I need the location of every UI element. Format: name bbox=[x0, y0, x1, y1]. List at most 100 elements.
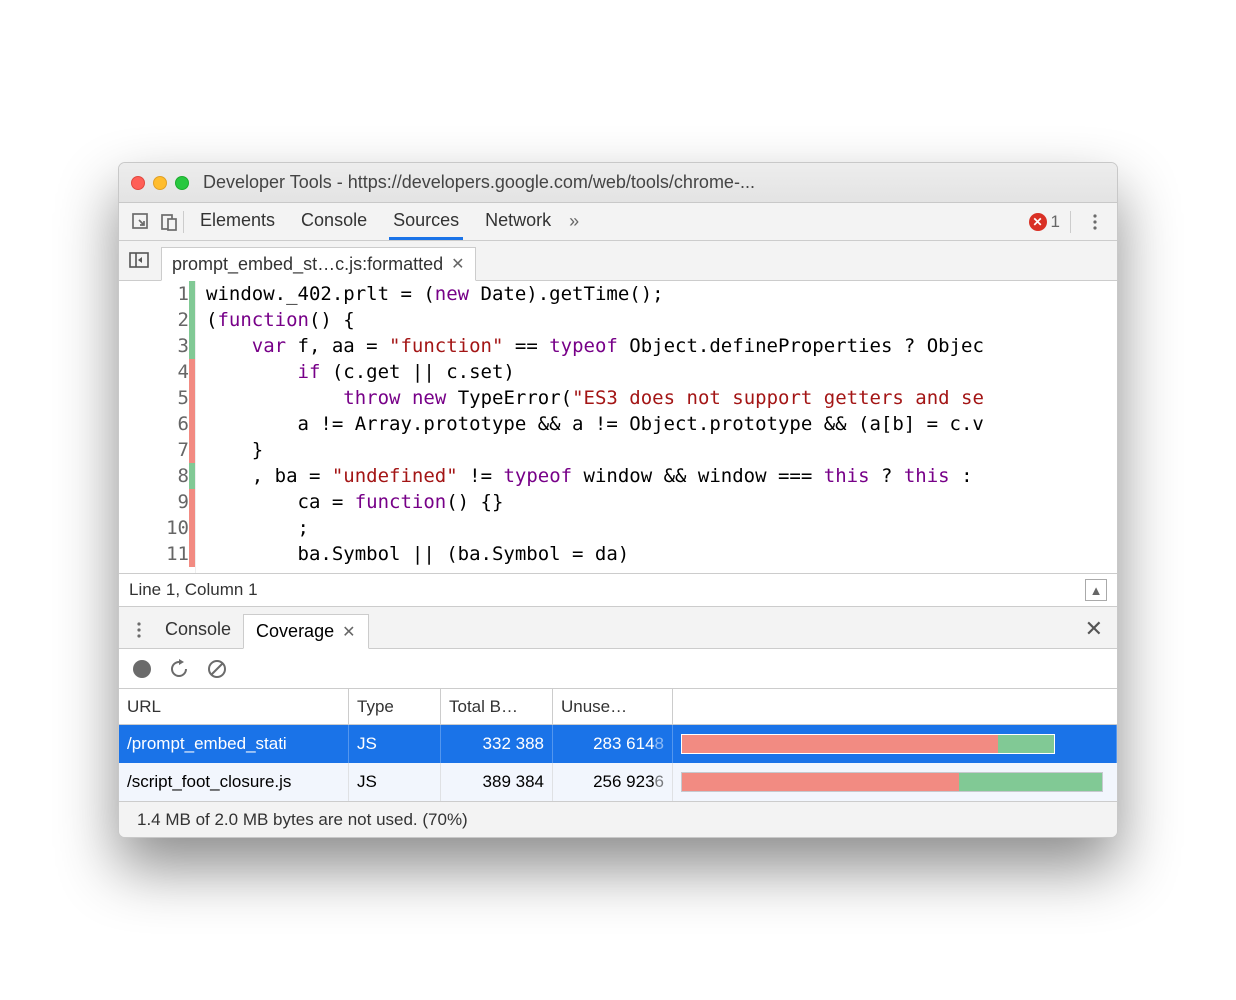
coverage-unused-marker bbox=[189, 411, 195, 437]
bar-used bbox=[998, 735, 1054, 753]
cell-unused-bytes: 283 614 8 bbox=[553, 725, 673, 763]
tab-console[interactable]: Console bbox=[297, 204, 371, 240]
more-tabs-icon[interactable]: » bbox=[569, 211, 579, 232]
col-unused-bytes[interactable]: Unuse… bbox=[553, 689, 673, 724]
tab-elements[interactable]: Elements bbox=[196, 204, 279, 240]
gutter-line[interactable]: 10 bbox=[119, 515, 195, 541]
coverage-used-marker bbox=[189, 333, 195, 359]
cell-unused-bytes: 256 923 6 bbox=[553, 763, 673, 801]
tab-sources[interactable]: Sources bbox=[389, 204, 463, 240]
divider bbox=[1070, 211, 1071, 233]
cell-usage-bar bbox=[673, 763, 1117, 801]
gutter-line[interactable]: 6 bbox=[119, 411, 195, 437]
record-icon[interactable] bbox=[133, 660, 151, 678]
clear-icon[interactable] bbox=[207, 659, 227, 679]
error-badge[interactable]: ✕ 1 bbox=[1029, 212, 1060, 232]
coverage-row[interactable]: /script_foot_closure.jsJS389 384256 923 … bbox=[119, 763, 1117, 801]
settings-menu-icon[interactable] bbox=[1081, 208, 1109, 236]
window-title: Developer Tools - https://developers.goo… bbox=[203, 172, 755, 193]
traffic-lights bbox=[131, 176, 189, 190]
close-file-icon[interactable]: ✕ bbox=[451, 254, 464, 274]
toggle-device-icon[interactable] bbox=[155, 208, 183, 236]
reload-icon[interactable] bbox=[169, 659, 189, 679]
close-drawer-icon[interactable]: ✕ bbox=[1085, 616, 1111, 642]
coverage-used-marker bbox=[189, 281, 195, 307]
source-editor[interactable]: 1234567891011 window._402.prlt = (new Da… bbox=[119, 281, 1117, 573]
gutter-line[interactable]: 9 bbox=[119, 489, 195, 515]
coverage-row[interactable]: /prompt_embed_statiJS332 388283 614 8 bbox=[119, 725, 1117, 763]
close-drawer-tab-icon[interactable]: ✕ bbox=[342, 622, 355, 642]
zoom-window-icon[interactable] bbox=[175, 176, 189, 190]
drawer-tab-console[interactable]: Console bbox=[153, 611, 243, 648]
show-navigator-icon[interactable] bbox=[125, 245, 155, 275]
col-total-bytes[interactable]: Total B… bbox=[441, 689, 553, 724]
gutter-line[interactable]: 2 bbox=[119, 307, 195, 333]
devtools-window: Developer Tools - https://developers.goo… bbox=[118, 162, 1118, 838]
gutter-line[interactable]: 3 bbox=[119, 333, 195, 359]
coverage-unused-marker bbox=[189, 359, 195, 385]
coverage-unused-marker bbox=[189, 541, 195, 567]
code-line[interactable]: throw new TypeError("ES3 does not suppor… bbox=[206, 385, 1117, 411]
col-visualization[interactable] bbox=[673, 689, 1117, 724]
file-tab-label: prompt_embed_st…c.js:formatted bbox=[172, 254, 443, 275]
code-line[interactable]: ba.Symbol || (ba.Symbol = da) bbox=[206, 541, 1117, 567]
col-url[interactable]: URL bbox=[119, 689, 349, 724]
code-line[interactable]: if (c.get || c.set) bbox=[206, 359, 1117, 385]
cursor-position: Line 1, Column 1 bbox=[129, 580, 258, 600]
coverage-unused-marker bbox=[189, 515, 195, 541]
coverage-table-header: URL Type Total B… Unuse… bbox=[119, 689, 1117, 725]
drawer-tab-coverage[interactable]: Coverage ✕ bbox=[243, 614, 368, 649]
cell-url: /prompt_embed_stati bbox=[119, 725, 349, 763]
code-line[interactable]: window._402.prlt = (new Date).getTime(); bbox=[206, 281, 1117, 307]
cell-type: JS bbox=[349, 763, 441, 801]
error-count: 1 bbox=[1051, 212, 1060, 232]
cell-usage-bar bbox=[673, 725, 1117, 763]
coverage-unused-marker bbox=[189, 489, 195, 515]
coverage-used-marker bbox=[189, 463, 195, 489]
editor-gutter: 1234567891011 bbox=[119, 281, 196, 573]
drawer-tab-label: Coverage bbox=[256, 621, 334, 642]
editor-code[interactable]: window._402.prlt = (new Date).getTime();… bbox=[196, 281, 1117, 573]
divider bbox=[183, 211, 184, 233]
bar-unused bbox=[682, 773, 959, 791]
bar-used bbox=[959, 773, 1102, 791]
code-line[interactable]: a != Array.prototype && a != Object.prot… bbox=[206, 411, 1117, 437]
gutter-line[interactable]: 7 bbox=[119, 437, 195, 463]
gutter-line[interactable]: 4 bbox=[119, 359, 195, 385]
cell-total-bytes: 389 384 bbox=[441, 763, 553, 801]
sources-file-tabs: prompt_embed_st…c.js:formatted ✕ bbox=[119, 241, 1117, 281]
cell-type: JS bbox=[349, 725, 441, 763]
main-toolbar: Elements Console Sources Network » ✕ 1 bbox=[119, 203, 1117, 241]
error-icon: ✕ bbox=[1029, 213, 1047, 231]
tab-network[interactable]: Network bbox=[481, 204, 555, 240]
gutter-line[interactable]: 11 bbox=[119, 541, 195, 567]
title-bar: Developer Tools - https://developers.goo… bbox=[119, 163, 1117, 203]
gutter-line[interactable]: 8 bbox=[119, 463, 195, 489]
coverage-summary: 1.4 MB of 2.0 MB bytes are not used. (70… bbox=[119, 801, 1117, 837]
col-type[interactable]: Type bbox=[349, 689, 441, 724]
bar-unused bbox=[682, 735, 998, 753]
drawer-more-icon[interactable] bbox=[125, 616, 153, 644]
inspect-element-icon[interactable] bbox=[127, 208, 155, 236]
gutter-line[interactable]: 1 bbox=[119, 281, 195, 307]
coverage-used-marker bbox=[189, 307, 195, 333]
cell-total-bytes: 332 388 bbox=[441, 725, 553, 763]
close-window-icon[interactable] bbox=[131, 176, 145, 190]
editor-status-bar: Line 1, Column 1 ▲ bbox=[119, 573, 1117, 607]
show-drawer-icon[interactable]: ▲ bbox=[1085, 579, 1107, 601]
file-tab[interactable]: prompt_embed_st…c.js:formatted ✕ bbox=[161, 247, 476, 281]
gutter-line[interactable]: 5 bbox=[119, 385, 195, 411]
code-line[interactable]: (function() { bbox=[206, 307, 1117, 333]
code-line[interactable]: } bbox=[206, 437, 1117, 463]
code-line[interactable]: ; bbox=[206, 515, 1117, 541]
coverage-summary-text: 1.4 MB of 2.0 MB bytes are not used. (70… bbox=[137, 810, 468, 830]
code-line[interactable]: var f, aa = "function" == typeof Object.… bbox=[206, 333, 1117, 359]
coverage-unused-marker bbox=[189, 437, 195, 463]
code-line[interactable]: , ba = "undefined" != typeof window && w… bbox=[206, 463, 1117, 489]
coverage-unused-marker bbox=[189, 385, 195, 411]
minimize-window-icon[interactable] bbox=[153, 176, 167, 190]
main-tabs: Elements Console Sources Network bbox=[196, 204, 555, 240]
coverage-toolbar bbox=[119, 649, 1117, 689]
cell-url: /script_foot_closure.js bbox=[119, 763, 349, 801]
code-line[interactable]: ca = function() {} bbox=[206, 489, 1117, 515]
